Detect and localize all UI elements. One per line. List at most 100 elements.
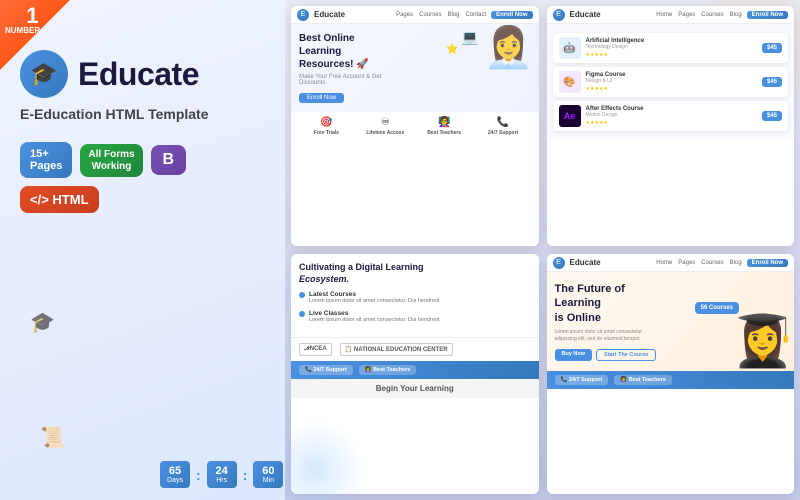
tagline: E-Education HTML Template [20,106,265,122]
sc-nav-links-4: Home Pages Courses Blog [656,260,741,266]
sc-nav-link-pages-4: Pages [678,260,695,266]
ae-stars: ★★★★★ [586,120,608,126]
latest-courses-dot [299,292,305,298]
sc-hero-right: The Future of Learningis Online Lorem ip… [547,272,795,371]
ai-info: Artificial Intelligence Technology Desig… [586,38,757,58]
bootstrap-icon: B [163,151,175,169]
diploma-icon: 📜 [40,425,65,450]
screenshot-card-bottom-left: Cultivating a Digital LearningEcosystem.… [291,254,539,494]
sc-logo-dot-2: E [553,9,565,21]
pages-badge: 15+Pages [20,142,72,178]
sc-nav-link-blog-2: Blog [730,12,742,18]
live-classes-dot [299,311,305,317]
live-classes-text: Live Classes Lorem ipsum dolor sit amet … [309,310,440,325]
feature-free-trials: 🎯 Free Trials [299,117,354,136]
figma-stars: ★★★★★ [586,86,608,92]
sc-content-title-bl: Cultivating a Digital LearningEcosystem. [299,262,531,285]
sc-hero-right-title: The Future of Learningis Online [555,282,665,325]
stats-strip-br: 📞 24/7 Support 👩‍🏫 Best Teachers [547,371,795,389]
latest-courses-desc: Lorem ipsum dolor sit amet consectetur. … [309,298,440,306]
sc-course-count-badge: 56 Courses [695,302,739,314]
stat-chip-support: 📞 24/7 Support [299,365,353,375]
start-course-btn[interactable]: Start The Course [596,349,656,361]
lifetime-label: Lifetime Access [358,130,413,136]
ai-rating: ★★★★★ [586,52,757,58]
ae-price: $45 [762,111,782,121]
timer-days-value: 65 [169,465,181,477]
feature-lifetime: ♾ Lifetime Access [358,117,413,136]
html-badge: </> HTML [20,186,99,213]
teachers-icon: 👩‍🏫 [417,117,472,128]
live-classes-desc: Lorem ipsum dolor sit amet consectetur. … [309,317,440,325]
sc-hero-sub-1: Make Your Free Account & Get Discounts [299,74,389,86]
sc-navbar-top-left: E Educate Pages Courses Blog Contact Enr… [291,6,539,24]
badge-row: 15+Pages All Forms Working B </> HTML [20,142,265,213]
sc-nav-cta-2[interactable]: Enroll Now [747,11,788,19]
buy-now-btn[interactable]: Buy Now [555,349,593,361]
sc-hero-title-1: Best Online LearningResources! 🚀 [299,32,399,71]
ncea-logo: 𝓝NCEA [299,343,332,356]
begin-learning-label: Begin Your Learning [291,379,539,398]
latest-courses-label: Latest Courses [309,291,440,298]
timer-min: 60 Min [253,461,283,488]
sc-nav-link-courses-4: Courses [701,260,723,266]
latest-courses-text: Latest Courses Lorem ipsum dolor sit ame… [309,291,440,306]
sc-navbar-bottom-right: E Educate Home Pages Courses Blog Enroll… [547,254,795,272]
figma-price: $45 [762,77,782,87]
deco-star1: ⭐ [446,44,458,55]
support-icon: 📞 [476,117,531,128]
course-card-figma: 🎨 Figma Course Design & UI ★★★★★ $45 [553,67,789,97]
figma-info: Figma Course Design & UI ★★★★★ [586,72,757,92]
sc-hero-btn-1[interactable]: Enroll Now [299,93,344,103]
feature-support: 📞 24/7 Support [476,117,531,136]
sc-nav-cta-4[interactable]: Enroll Now [747,259,788,267]
logo-text: Educate [78,56,199,93]
sc-nav-links-2: Home Pages Courses Blog [656,12,741,18]
sc-nav-link-blog: Blog [447,12,459,18]
figma-icon: 🎨 [559,71,581,93]
badge-text: 1 NUMBER ONE [5,5,60,36]
html-badge-text: </> HTML [30,192,89,207]
deco-laptop: 💻 [461,29,478,46]
sc-person-right: 👩‍🎓 [732,312,794,371]
sc-nav-title-1: Educate [314,10,345,19]
teachers-label: Best Teachers [417,130,472,136]
free-trials-icon: 🎯 [299,117,354,128]
ai-price: $45 [762,43,782,53]
ae-sub: Motion Design [586,112,757,118]
ai-stars: ★★★★★ [586,52,608,58]
sc-nav-cta-1[interactable]: Enroll Now [491,11,532,19]
sc-hero-right-sub: Lorem ipsum dolor sit amet consectetur a… [555,329,665,343]
forms-badge-line2: Working [92,161,132,172]
sc-logo-dot-4: E [553,257,565,269]
forms-badge: All Forms Working [80,144,142,177]
lifetime-icon: ♾ [358,117,413,128]
nec-logo: 📋 NATIONAL EDUCATION CENTER [340,343,453,356]
ae-icon: Ae [559,105,581,127]
screenshot-card-top-left: E Educate Pages Courses Blog Contact Enr… [291,6,539,246]
bootstrap-badge: B [151,145,187,175]
screenshot-card-bottom-right: E Educate Home Pages Courses Blog Enroll… [547,254,795,494]
pages-badge-text: 15+Pages [30,148,62,172]
latest-courses-item: Latest Courses Lorem ipsum dolor sit ame… [299,291,531,306]
sc-nav-title-4: Educate [570,258,601,267]
logo-section: 🎓 Educate [20,50,265,98]
sc-nav-link-pages-2: Pages [678,12,695,18]
sc-navbar-top-right: E Educate Home Pages Courses Blog Enroll… [547,6,795,24]
screenshot-card-top-right: E Educate Home Pages Courses Blog Enroll… [547,6,795,246]
timer-row: 65 Days : 24 Hrs : 60 Min : 01 Sec [160,461,285,488]
figma-rating: ★★★★★ [586,86,757,92]
ae-rating: ★★★★★ [586,120,757,126]
right-panel: E Educate Pages Courses Blog Contact Enr… [285,0,800,500]
free-trials-label: Free Trials [299,130,354,136]
sc-nav-link-home-2: Home [656,12,672,18]
ai-sub: Technology Design [586,44,757,50]
sc-nav-link-blog-4: Blog [730,260,742,266]
timer-sep-2: : [243,467,248,483]
support-label: 24/7 Support [476,130,531,136]
ai-icon: 🤖 [559,37,581,59]
sc-nav-link-pages: Pages [396,12,413,18]
figma-sub: Design & UI [586,78,757,84]
sc-features-1: 🎯 Free Trials ♾ Lifetime Access 👩‍🏫 Best… [291,112,539,141]
left-panel: 1 NUMBER ONE 🎓 Educate E-Education HTML … [0,0,285,500]
